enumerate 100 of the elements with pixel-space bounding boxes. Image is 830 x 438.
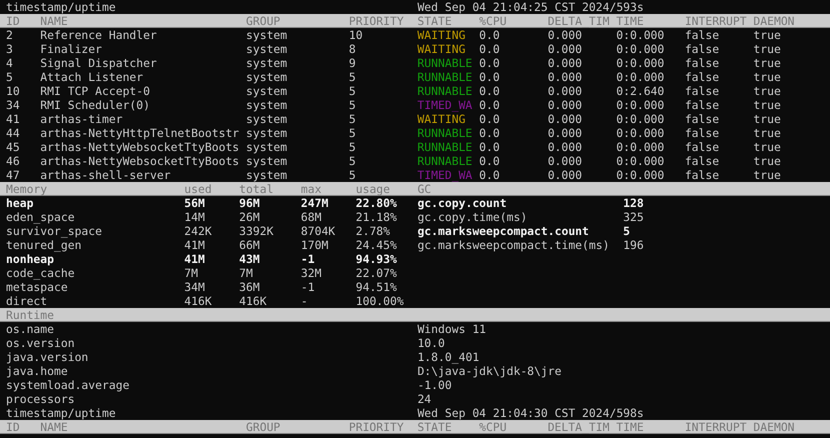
table-cell-text: arthas-NettyWebsocketTtyBoots — [40, 140, 240, 154]
table-cell-text: 0.0 — [479, 98, 501, 112]
thread-state: RUNNABLE — [417, 126, 474, 140]
table-cell-text: arthas-timer — [40, 112, 124, 126]
table-cell-text: false — [684, 28, 720, 42]
table-cell-text: arthas-NettyHttpTelnetBootstr — [40, 126, 240, 140]
column-header: ID — [6, 14, 21, 28]
table-cell-text: 21.18% — [356, 210, 398, 224]
table-cell-text: 66M — [239, 238, 261, 252]
table-cell-text: 0.000 — [548, 154, 583, 168]
table-cell-text: Wed Sep 04 21:04:30 CST 2024/598s — [417, 406, 645, 420]
table-cell-text: 0:0.000 — [616, 112, 666, 126]
table-cell-text: 196 — [623, 238, 645, 252]
table-cell-text: timestamp/uptime — [6, 406, 117, 420]
table-cell-text: system — [246, 70, 288, 84]
table-cell-text: gc.copy.time(ms) — [417, 210, 528, 224]
table-cell-text: 0:0.000 — [616, 168, 666, 182]
table-cell-text: true — [753, 42, 782, 56]
table-cell-text: false — [684, 154, 720, 168]
column-header: Memory — [6, 182, 48, 196]
table-cell-text: 56M — [184, 196, 206, 210]
table-cell-text: 0.000 — [548, 28, 583, 42]
table-cell-text: 68M — [300, 210, 322, 224]
table-cell-text: 0.000 — [548, 84, 583, 98]
column-header: NAME — [40, 14, 69, 28]
table-cell-text: 0:0.000 — [616, 140, 666, 154]
table-cell-text: 32M — [300, 266, 322, 280]
column-header: DAEMON — [753, 14, 796, 28]
table-cell-text: false — [684, 140, 720, 154]
thread-state: TIMED_WA — [417, 168, 474, 182]
table-cell-text: 34M — [184, 280, 206, 294]
table-cell-text: 0.0 — [479, 168, 501, 182]
table-cell-text: 7M — [184, 266, 200, 280]
table-cell-text: 0.000 — [548, 98, 583, 112]
table-cell-text: true — [753, 70, 782, 84]
table-cell-text: 5 — [348, 70, 357, 84]
table-cell-text: 128 — [623, 196, 645, 210]
table-cell-text: system — [246, 42, 288, 56]
table-cell-text: false — [684, 168, 720, 182]
table-cell-text: 0.000 — [548, 42, 583, 56]
table-cell-text: -1 — [300, 252, 316, 266]
table-cell-text: true — [753, 84, 782, 98]
table-cell-text: 0:0.000 — [616, 154, 666, 168]
column-header: usage — [356, 182, 392, 196]
table-cell-text: system — [246, 168, 288, 182]
table-cell-text: 44 — [6, 126, 21, 140]
table-cell-text: false — [684, 56, 720, 70]
table-cell-text: 0.0 — [479, 126, 501, 140]
column-header: STATE — [417, 420, 453, 434]
table-cell-text: systemload.average — [6, 378, 130, 392]
table-cell-text: nonheap — [6, 252, 56, 266]
column-header: DAEMON — [753, 420, 796, 434]
column-header: total — [239, 182, 274, 196]
table-cell-text: 242K — [184, 224, 213, 238]
table-cell-text: 4 — [6, 56, 14, 70]
table-cell-text: RMI Scheduler(0) — [40, 98, 152, 112]
table-cell-text: false — [684, 42, 720, 56]
table-cell-text: true — [753, 154, 782, 168]
table-cell-text: 43M — [239, 252, 261, 266]
table-cell-text: system — [246, 140, 288, 154]
table-cell-text: system — [246, 112, 288, 126]
table-cell-text: 8704K — [300, 224, 336, 238]
thread-state: RUNNABLE — [417, 70, 474, 84]
table-cell-text: 0.000 — [548, 126, 583, 140]
table-cell-text: 10 — [348, 28, 364, 42]
column-header: DELTA_TIM — [548, 420, 610, 434]
table-cell-text: 47 — [6, 168, 21, 182]
table-cell-text: gc.marksweepcompact.count — [417, 224, 590, 238]
table-cell-text: 5 — [623, 224, 632, 238]
table-cell-text: 46 — [6, 154, 21, 168]
table-cell-text: 5 — [6, 70, 14, 84]
column-header: PRIORITY — [348, 14, 405, 28]
table-cell-text: system — [246, 28, 288, 42]
table-cell-text: RMI TCP Accept-0 — [40, 84, 152, 98]
column-header: GC — [417, 182, 432, 196]
table-cell-text: timestamp/uptime — [6, 0, 117, 14]
table-cell-text: 0.000 — [548, 112, 583, 126]
column-header: TIME — [616, 14, 645, 28]
table-cell-text: 0.0 — [479, 70, 501, 84]
table-cell-text: 5 — [348, 154, 357, 168]
table-cell-text: 0.0 — [479, 28, 501, 42]
table-cell-text: 94.93% — [356, 252, 398, 266]
table-cell-text: 5 — [348, 98, 357, 112]
table-cell-text: 22.07% — [356, 266, 398, 280]
table-cell-text: 10.0 — [417, 336, 446, 350]
table-cell-text: 0.000 — [548, 168, 583, 182]
thread-state: RUNNABLE — [417, 56, 474, 70]
column-header: used — [184, 182, 213, 196]
table-cell-text: 170M — [300, 238, 330, 252]
table-cell-text: -1.00 — [417, 378, 453, 392]
table-cell-text: 100.00% — [356, 294, 405, 308]
table-cell-text: 0:0.000 — [616, 98, 666, 112]
column-header: PRIORITY — [348, 420, 405, 434]
table-cell-text: arthas-shell-server — [40, 168, 172, 182]
table-cell-text: 5 — [348, 84, 357, 98]
table-cell-text: 14M — [184, 210, 206, 224]
table-cell-text: 0.000 — [548, 56, 583, 70]
table-cell-text: 5 — [348, 112, 357, 126]
table-cell-text: Wed Sep 04 21:04:25 CST 2024/593s — [417, 0, 645, 14]
table-cell-text: system — [246, 126, 288, 140]
